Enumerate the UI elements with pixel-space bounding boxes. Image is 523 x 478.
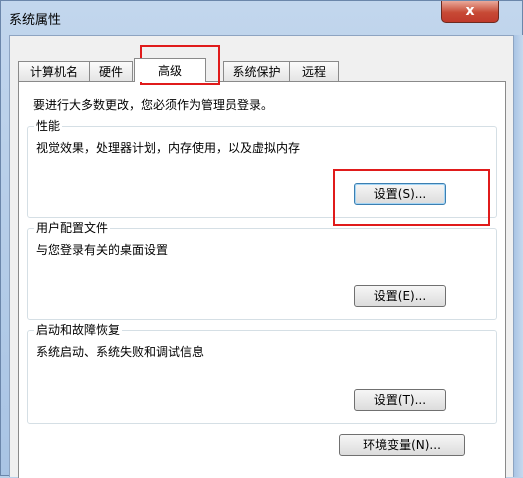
window-right-edge [514,35,523,477]
startup-recovery-description: 系统启动、系统失败和调试信息 [36,345,205,359]
user-profiles-description: 与您登录有关的桌面设置 [36,243,169,257]
dialog-client-area: 计算机名 硬件 高级 系统保护 远程 要进行大多数更改，您必须作为管理员登录。 … [9,35,514,478]
startup-recovery-settings-button[interactable]: 设置(T)... [354,389,446,411]
tab-computer-name[interactable]: 计算机名 [18,61,90,81]
performance-description: 视觉效果，处理器计划，内存使用，以及虚拟内存 [36,141,301,155]
window-title: 系统属性 [9,13,62,28]
tab-advanced[interactable]: 高级 [134,58,206,82]
user-profiles-group: 用户配置文件 与您登录有关的桌面设置 设置(E)... [27,221,497,320]
advanced-tab-panel: 要进行大多数更改，您必须作为管理员登录。 性能 视觉效果，处理器计划，内存使用，… [18,81,506,478]
tab-remote[interactable]: 远程 [289,61,339,81]
performance-group: 性能 视觉效果，处理器计划，内存使用，以及虚拟内存 设置(S)... [27,119,497,218]
environment-variables-button[interactable]: 环境变量(N)... [339,434,465,456]
system-properties-window: 系统属性 x 计算机名 硬件 高级 系统保护 远程 要进行大多数更改，您必须作为… [0,0,523,478]
startup-recovery-title: 启动和故障恢复 [34,323,123,337]
close-icon: x [465,3,475,19]
tab-system-protection[interactable]: 系统保护 [223,61,290,81]
close-button[interactable]: x [441,1,499,23]
user-profiles-settings-button[interactable]: 设置(E)... [354,285,446,307]
performance-settings-button[interactable]: 设置(S)... [354,183,446,205]
admin-notice: 要进行大多数更改，您必须作为管理员登录。 [33,98,274,112]
startup-recovery-group: 启动和故障恢复 系统启动、系统失败和调试信息 设置(T)... [27,323,497,424]
user-profiles-title: 用户配置文件 [34,221,111,235]
performance-title: 性能 [34,119,63,133]
tab-hardware[interactable]: 硬件 [89,61,133,81]
